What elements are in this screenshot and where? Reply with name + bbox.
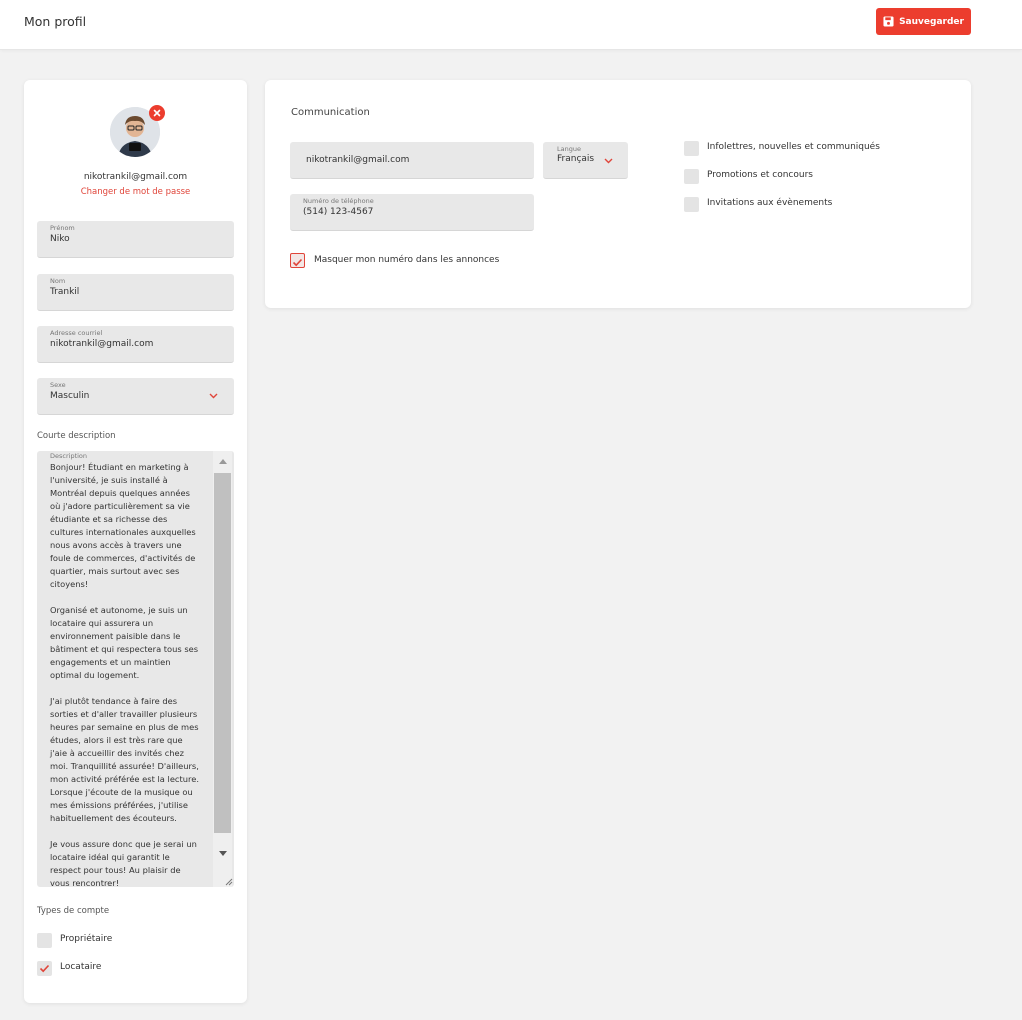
- first-name-field[interactable]: Prénom Niko: [37, 221, 234, 258]
- language-label: Langue: [557, 145, 581, 153]
- change-password-link[interactable]: Changer de mot de passe: [24, 187, 247, 197]
- description-label: Description: [50, 452, 88, 460]
- communication-email-value: nikotrankil@gmail.com: [306, 155, 410, 165]
- description-paragraph: Organisé et autonome, je suis un locatai…: [50, 605, 199, 680]
- save-button-label: Sauvegarder: [899, 16, 964, 27]
- description-scrollbar[interactable]: [213, 451, 232, 887]
- checkmark-icon: [39, 964, 50, 973]
- email-field-label: Adresse courriel: [50, 329, 103, 337]
- description-paragraph: J'ai plutôt tendance à faire des sorties…: [50, 696, 199, 823]
- first-name-label: Prénom: [50, 224, 75, 232]
- tenant-checkbox[interactable]: [37, 961, 52, 976]
- owner-label: Propriétaire: [60, 934, 113, 944]
- resize-handle-icon[interactable]: [223, 876, 233, 886]
- language-value: Français: [557, 154, 595, 164]
- email-field[interactable]: Adresse courriel nikotrankil@gmail.com: [37, 326, 234, 363]
- gender-select[interactable]: Sexe Masculin: [37, 378, 234, 415]
- communication-card: Communication nikotrankil@gmail.com Lang…: [265, 80, 971, 308]
- close-icon: [153, 109, 161, 117]
- account-types-label: Types de compte: [37, 906, 110, 916]
- checkmark-icon: [292, 258, 303, 267]
- communication-title: Communication: [291, 107, 370, 118]
- tenant-label: Locataire: [60, 962, 102, 972]
- last-name-value: Trankil: [50, 287, 80, 297]
- newsletter-checkbox[interactable]: [684, 141, 699, 156]
- phone-value: (514) 123-4567: [303, 207, 374, 217]
- hide-number-checkbox[interactable]: [290, 253, 305, 268]
- short-description-label: Courte description: [37, 431, 116, 441]
- promotions-checkbox[interactable]: [684, 169, 699, 184]
- promotions-label: Promotions et concours: [707, 170, 813, 180]
- email-field-value: nikotrankil@gmail.com: [50, 339, 154, 349]
- hide-number-label: Masquer mon numéro dans les annonces: [314, 255, 500, 265]
- remove-photo-button[interactable]: [149, 105, 165, 121]
- save-button[interactable]: Sauvegarder: [876, 8, 971, 35]
- events-label: Invitations aux évènements: [707, 198, 833, 208]
- floppy-disk-icon: [883, 16, 894, 27]
- last-name-field[interactable]: Nom Trankil: [37, 274, 234, 311]
- description-paragraph: Bonjour! Étudiant en marketing à l'unive…: [50, 462, 196, 589]
- language-select[interactable]: Langue Français: [543, 142, 628, 179]
- phone-field[interactable]: Numéro de téléphone (514) 123-4567: [290, 194, 534, 231]
- scroll-down-arrow-icon[interactable]: [219, 851, 227, 856]
- chevron-down-icon: [209, 393, 218, 399]
- gender-label: Sexe: [50, 381, 66, 389]
- profile-email: nikotrankil@gmail.com: [83, 172, 188, 182]
- description-textarea[interactable]: Description Bonjour! Étudiant en marketi…: [37, 451, 234, 887]
- newsletter-label: Infolettres, nouvelles et communiqués: [707, 142, 880, 152]
- description-paragraph: Je vous assure donc que je serai un loca…: [50, 839, 197, 887]
- gender-value: Masculin: [50, 391, 90, 401]
- chevron-down-icon: [604, 158, 613, 164]
- last-name-label: Nom: [50, 277, 66, 285]
- page-title: Mon profil: [24, 14, 87, 29]
- description-text: Bonjour! Étudiant en marketing à l'unive…: [50, 461, 200, 887]
- scroll-up-arrow-icon[interactable]: [219, 459, 227, 464]
- top-bar: Mon profil Sauvegarder: [0, 0, 1022, 50]
- profile-card: nikotrankil@gmail.com Changer de mot de …: [24, 80, 247, 1003]
- scrollbar-thumb[interactable]: [214, 473, 231, 833]
- owner-checkbox[interactable]: [37, 933, 52, 948]
- communication-email-field[interactable]: nikotrankil@gmail.com: [290, 142, 534, 179]
- phone-label: Numéro de téléphone: [303, 197, 374, 205]
- events-checkbox[interactable]: [684, 197, 699, 212]
- first-name-value: Niko: [50, 234, 70, 244]
